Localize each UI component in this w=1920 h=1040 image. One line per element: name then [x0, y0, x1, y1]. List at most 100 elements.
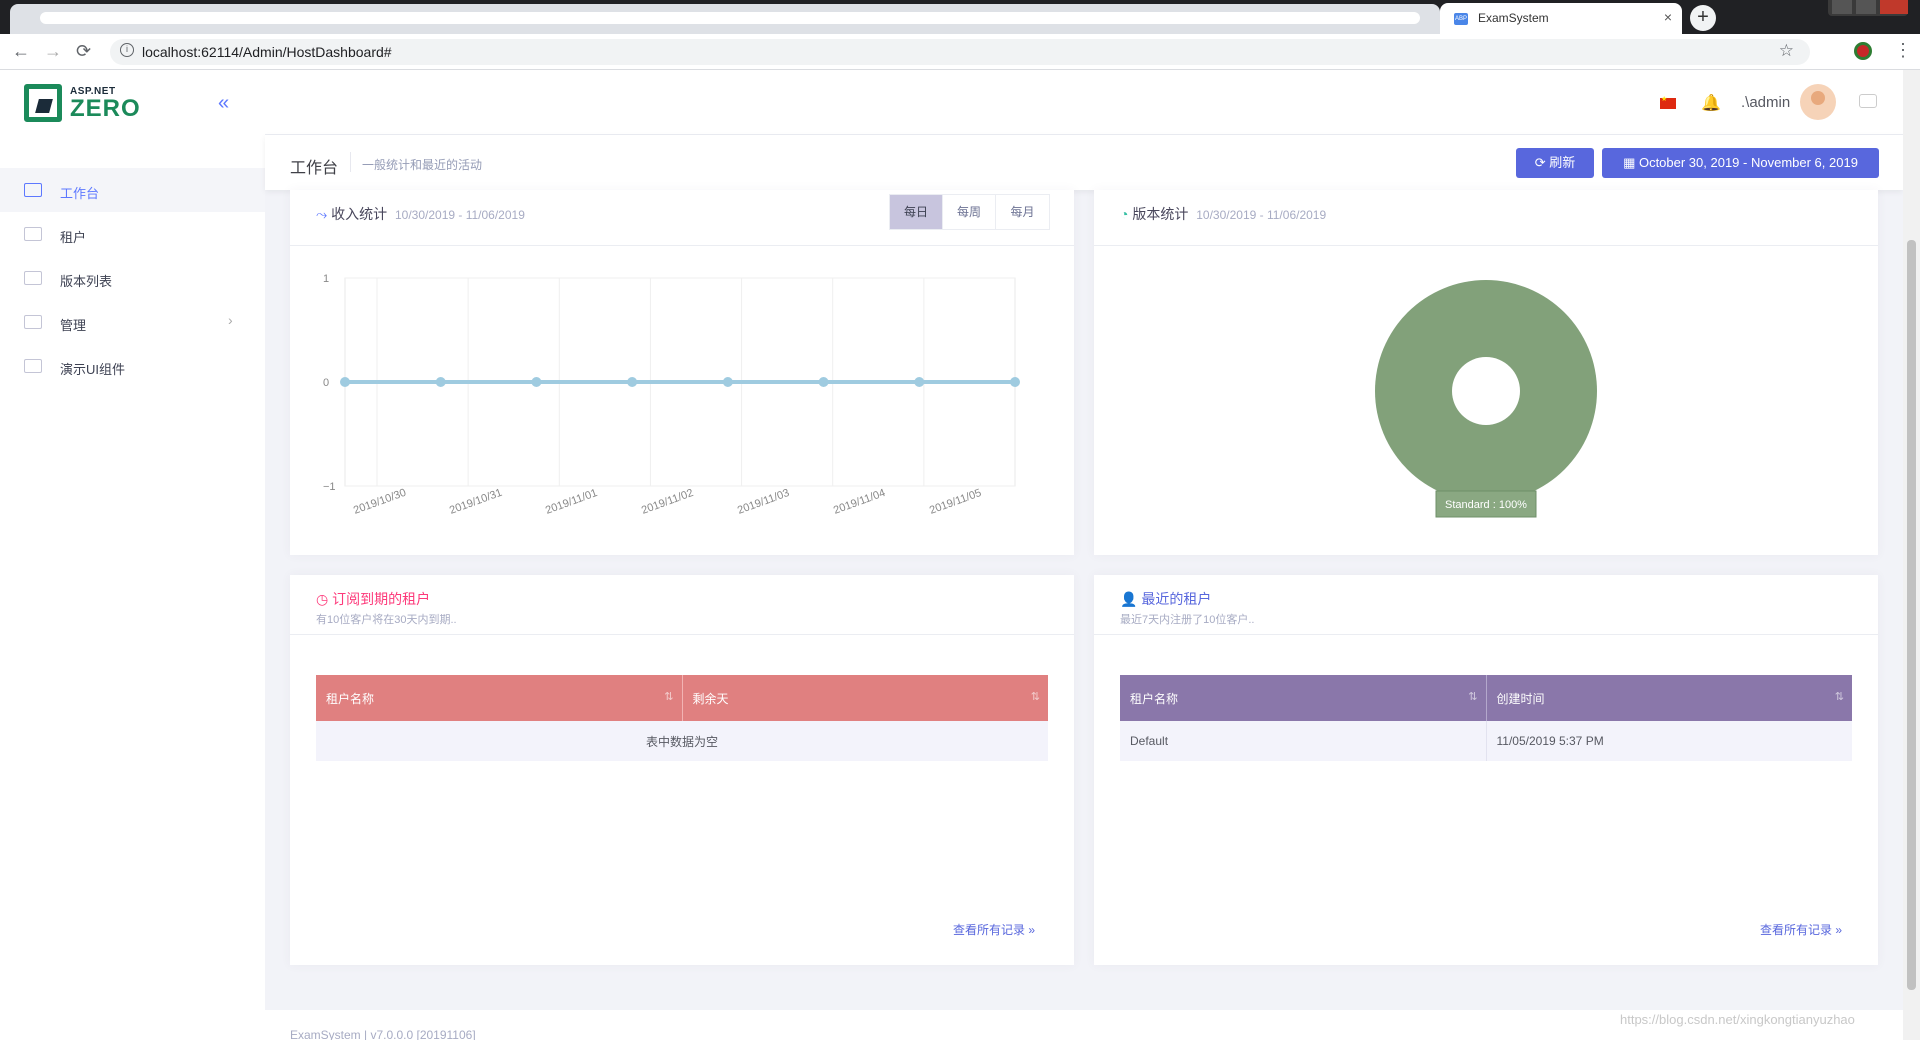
x-tick-label: 2019/11/05 — [928, 487, 983, 517]
period-toggle: 每日 每周 每月 — [889, 194, 1050, 230]
watermark-text: https://blog.csdn.net/xingkongtianyuzhao — [1620, 1012, 1855, 1027]
data-point — [818, 377, 829, 387]
tab-favicon-icon: ABP — [1454, 13, 1468, 25]
sidebar-item-label: 租户 — [60, 230, 87, 245]
layers-icon — [24, 315, 42, 329]
edition-range: 10/30/2019 - 11/06/2019 — [1196, 208, 1327, 222]
recent-tenants-table: 租户名称 ⇅ 创建时间 ⇅ Default 11/05/2019 5:37 PM — [1120, 675, 1852, 761]
donut-hole — [1452, 357, 1520, 425]
sidebar-item-dashboard[interactable]: 工作台 — [0, 168, 265, 212]
sort-icon[interactable]: ⇅ — [1468, 690, 1477, 703]
username[interactable]: .\admin — [1741, 94, 1790, 111]
x-tick-label: 2019/10/31 — [448, 487, 504, 517]
empty-table-text: 表中数据为空 — [316, 721, 1048, 761]
column-header-remaining-days[interactable]: 剩余天 ⇅ — [682, 675, 1048, 721]
refresh-button[interactable]: ⟳ 刷新 — [1516, 148, 1594, 178]
redacted-tabs — [40, 12, 1420, 24]
sidebar-collapse-icon[interactable]: « — [218, 92, 229, 115]
sort-icon[interactable]: ⇅ — [1835, 690, 1844, 703]
chat-icon[interactable] — [1859, 94, 1877, 108]
sidebar-item-editions[interactable]: 版本列表 — [0, 256, 265, 300]
slice-tooltip-label: Standard : 100% — [1445, 499, 1527, 511]
forward-icon[interactable]: → — [44, 41, 62, 62]
card-title: 👤 最近的租户 — [1120, 589, 1211, 609]
tab-close-icon[interactable]: × — [1664, 9, 1672, 25]
scrollbar-thumb[interactable] — [1907, 240, 1916, 990]
logo[interactable]: ASP.NET ZERO — [24, 84, 144, 124]
sidebar-item-label: 版本列表 — [60, 274, 113, 289]
avatar[interactable] — [1800, 84, 1836, 120]
info-icon[interactable]: i — [120, 43, 134, 57]
list-icon — [24, 227, 42, 241]
data-point — [627, 377, 638, 387]
sidebar-menu: 工作台 租户 版本列表 管理 › 演示UI组件 — [0, 168, 265, 388]
column-header-tenant-name[interactable]: 租户名称 ⇅ — [1120, 675, 1487, 721]
url-text[interactable]: localhost:62114/Admin/HostDashboard# — [142, 44, 392, 60]
card-header: 👤 最近的租户 最近7天内注册了10位客户.. — [1094, 575, 1878, 635]
close-window-button[interactable] — [1880, 0, 1908, 14]
y-tick-label: −1 — [323, 481, 336, 493]
column-header-tenant-name[interactable]: 租户名称 ⇅ — [316, 675, 683, 721]
card-subtitle: 最近7天内注册了10位客户.. — [1120, 614, 1255, 626]
column-header-creation-time[interactable]: 创建时间 ⇅ — [1486, 675, 1852, 721]
tenant-name-cell: Default — [1120, 721, 1487, 761]
sidebar-item-label: 管理 — [60, 318, 87, 333]
data-point — [914, 377, 925, 387]
card-subtitle: 有10位客户将在30天内到期.. — [316, 614, 457, 626]
x-tick-label: 2019/11/02 — [640, 487, 695, 517]
table-row: 表中数据为空 — [316, 721, 1048, 761]
income-title: 收入统计 — [331, 206, 388, 222]
back-icon[interactable]: ← — [12, 41, 30, 62]
browser-tab-group[interactable] — [10, 4, 1440, 34]
sort-icon[interactable]: ⇅ — [664, 690, 673, 703]
sort-icon[interactable]: ⇅ — [1031, 690, 1040, 703]
language-flag-icon[interactable] — [1660, 95, 1676, 109]
recent-title: 最近的租户 — [1141, 591, 1212, 607]
browser-tabstrip: ABP ExamSystem × + — [0, 0, 1920, 34]
extension-icon[interactable] — [1854, 42, 1872, 60]
page-scrollbar[interactable] — [1903, 70, 1920, 1040]
grid-icon — [24, 271, 42, 285]
bookmark-star-icon[interactable]: ☆ — [1779, 41, 1794, 61]
notification-bell-icon[interactable]: 🔔 — [1701, 93, 1721, 113]
data-point — [340, 377, 350, 387]
topbar: 🔔 .\admin — [265, 70, 1903, 135]
page-title: 工作台 — [290, 160, 339, 177]
footer-text: ExamSystem | v7.0.0.0 [20191106] — [290, 1028, 476, 1040]
divider — [350, 152, 351, 172]
new-tab-button[interactable]: + — [1690, 5, 1716, 31]
logo-mark — [24, 84, 62, 122]
maximize-button[interactable] — [1856, 0, 1876, 14]
date-range-button[interactable]: ▦ October 30, 2019 - November 6, 2019 — [1602, 148, 1879, 178]
period-daily-button[interactable]: 每日 — [890, 195, 943, 229]
browser-tab-active[interactable]: ABP ExamSystem × — [1440, 3, 1682, 34]
data-point — [1010, 377, 1020, 387]
period-weekly-button[interactable]: 每周 — [943, 195, 996, 229]
sidebar-item-label: 演示UI组件 — [60, 362, 126, 377]
x-tick-label: 2019/11/04 — [832, 487, 887, 517]
card-header: ◔ 版本统计 10/30/2019 - 11/06/2019 — [1094, 190, 1878, 246]
data-point — [435, 377, 446, 387]
y-tick-label: 1 — [323, 273, 329, 285]
url-field[interactable]: i localhost:62114/Admin/HostDashboard# ☆ — [110, 39, 1810, 65]
sidebar: ASP.NET ZERO « 工作台 租户 版本列表 管理 › 演示UI组件 — [0, 70, 265, 1040]
income-statistics-card: ⤳ 收入统计 10/30/2019 - 11/06/2019 每日 每周 每月 … — [290, 190, 1074, 555]
card-title: ⤳ 收入统计 10/30/2019 - 11/06/2019 — [316, 204, 525, 224]
minimize-button[interactable] — [1832, 0, 1852, 14]
browser-menu-icon[interactable]: ⋮ — [1894, 40, 1912, 61]
edition-statistics-card: ◔ 版本统计 10/30/2019 - 11/06/2019 Standard … — [1094, 190, 1878, 555]
table-row: Default 11/05/2019 5:37 PM — [1120, 721, 1852, 761]
x-tick-label: 2019/11/03 — [736, 487, 791, 517]
window-controls[interactable] — [1828, 0, 1908, 16]
view-all-link[interactable]: 查看所有记录 » — [1760, 921, 1842, 938]
sidebar-item-tenants[interactable]: 租户 — [0, 212, 265, 256]
clock-icon: ◷ — [316, 591, 329, 607]
view-all-link[interactable]: 查看所有记录 » — [953, 921, 1035, 938]
expiring-tenants-card: ◷ 订阅到期的租户 有10位客户将在30天内到期.. 租户名称 ⇅ 剩余天 ⇅ 表中… — [290, 575, 1074, 965]
sidebar-item-demo-ui[interactable]: 演示UI组件 — [0, 344, 265, 388]
sidebar-item-administration[interactable]: 管理 › — [0, 300, 265, 344]
page-description: 一般统计和最近的活动 — [362, 158, 483, 172]
card-header: ◷ 订阅到期的租户 有10位客户将在30天内到期.. — [290, 575, 1074, 635]
period-monthly-button[interactable]: 每月 — [996, 195, 1049, 229]
reload-icon[interactable]: ⟳ — [76, 41, 91, 62]
